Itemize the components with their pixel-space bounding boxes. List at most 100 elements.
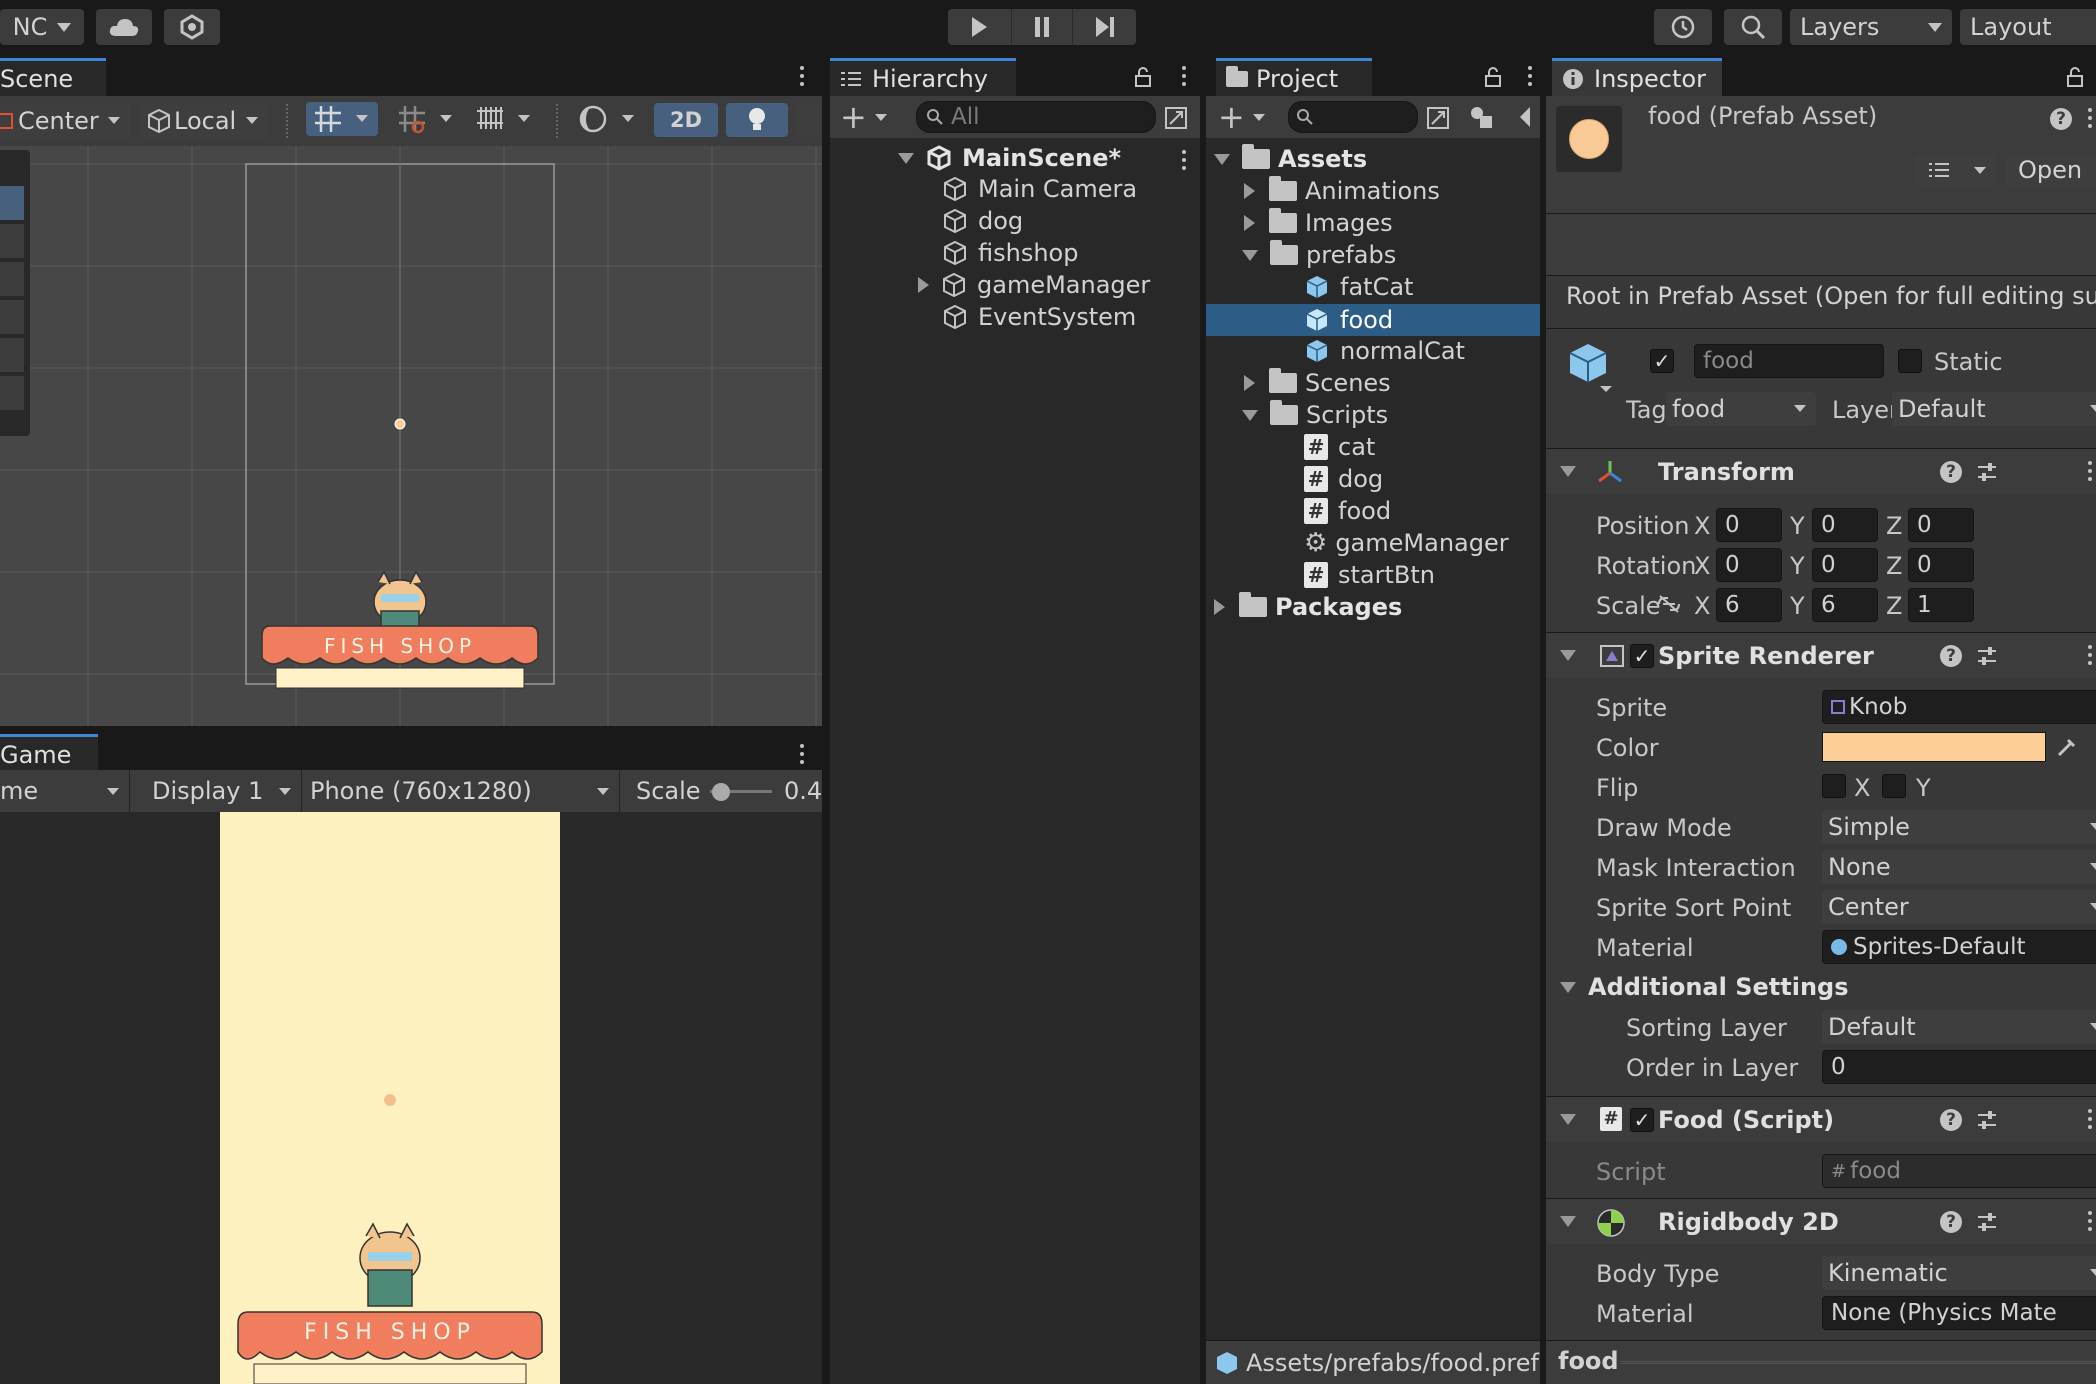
move-tool-button[interactable] <box>0 224 24 258</box>
position-row-y-input[interactable]: 0 <box>1812 508 1878 542</box>
grid-visibility-dropdown[interactable] <box>468 102 540 136</box>
hierarchy-item[interactable]: fishshop <box>942 238 1078 268</box>
food-script-enabled-checkbox[interactable]: ✓ <box>1630 1108 1654 1132</box>
physics-material-field[interactable]: None (Physics Mate <box>1822 1296 2096 1330</box>
food-script-header[interactable]: # ✓ Food (Script) ? <box>1546 1096 2096 1142</box>
shading-dropdown[interactable] <box>572 102 644 136</box>
presets-sliders-icon[interactable] <box>1976 645 1998 667</box>
layers-dropdown[interactable]: Layers <box>1790 9 1952 45</box>
script-asset[interactable]: # food <box>1304 496 1391 526</box>
scene-viewport[interactable]: FISH SHOP <box>0 146 830 726</box>
gameobject-name-input[interactable]: food <box>1694 344 1884 378</box>
eyedropper-icon[interactable] <box>2056 736 2078 758</box>
folder-scenes[interactable]: Scenes <box>1244 368 1391 398</box>
hierarchy-item[interactable]: gameManager <box>918 270 1150 300</box>
grid-snap-toggle[interactable] <box>306 102 378 136</box>
game-menu-icon[interactable] <box>800 744 804 748</box>
collapse-arrow-icon[interactable] <box>1560 650 1576 661</box>
scene-root[interactable]: MainScene* <box>898 142 1121 174</box>
sprite-field[interactable]: Knob <box>1822 690 2096 724</box>
prefab-normalcat[interactable]: normalCat <box>1304 336 1465 366</box>
search-by-label-icon[interactable] <box>1468 104 1494 130</box>
layer-dropdown[interactable]: Default <box>1892 392 2096 426</box>
favorites-arrow-icon[interactable] <box>1518 106 1532 128</box>
expand-arrow-icon[interactable] <box>1242 249 1258 261</box>
help-icon[interactable]: ? <box>1940 461 1962 483</box>
rotation-row-x-axis-label[interactable]: X <box>1694 552 1710 580</box>
scene-menu-icon[interactable] <box>800 66 804 70</box>
asset-labels-dropdown[interactable] <box>1914 154 1996 186</box>
2d-toggle[interactable]: 2D <box>654 103 718 137</box>
tag-dropdown[interactable]: food <box>1666 392 1816 426</box>
component-menu-icon[interactable] <box>2088 461 2092 465</box>
lock-icon[interactable] <box>1134 66 1152 88</box>
expand-arrow-icon[interactable] <box>898 152 914 164</box>
folder-packages[interactable]: Packages <box>1214 592 1402 622</box>
help-icon[interactable]: ? <box>2050 108 2072 130</box>
prefab-food[interactable]: food <box>1304 305 1393 335</box>
script-asset[interactable]: # dog <box>1304 464 1383 494</box>
collab-button[interactable] <box>164 9 220 45</box>
open-prefab-button[interactable]: Open <box>2006 154 2096 186</box>
expand-arrow-icon[interactable] <box>1244 375 1255 391</box>
color-swatch[interactable] <box>1822 732 2046 762</box>
script-asset[interactable]: # cat <box>1304 432 1375 462</box>
script-asset[interactable]: ⚙ gameManager <box>1304 528 1509 558</box>
collapse-arrow-icon[interactable] <box>1560 1114 1576 1125</box>
scale-row-z-input[interactable]: 1 <box>1908 588 1974 622</box>
presets-sliders-icon[interactable] <box>1976 1109 1998 1131</box>
resolution-dropdown[interactable]: Phone (760x1280) <box>304 770 620 812</box>
rotation-row-y-axis-label[interactable]: Y <box>1790 552 1805 580</box>
play-button[interactable] <box>948 9 1010 45</box>
expand-arrow-icon[interactable] <box>1244 215 1255 231</box>
scale-row-y-input[interactable]: 6 <box>1812 588 1878 622</box>
project-search-input[interactable] <box>1288 101 1418 133</box>
rigidbody2d-header[interactable]: Rigidbody 2D ? <box>1546 1198 2096 1244</box>
tab-scene[interactable]: Scene <box>0 58 106 96</box>
game-viewport[interactable]: FISH SHOP <box>0 812 830 1384</box>
scale-tool-button[interactable] <box>0 300 24 334</box>
search-by-type-icon[interactable] <box>1426 106 1450 130</box>
layout-dropdown[interactable]: Layout <box>1960 9 2096 45</box>
scale-row-x-input[interactable]: 6 <box>1716 588 1782 622</box>
tab-game[interactable]: Game <box>0 734 98 772</box>
expand-arrow-icon[interactable] <box>1244 183 1255 199</box>
rect-tool-button[interactable] <box>0 338 24 372</box>
sorting-layer-dropdown[interactable]: Default <box>1822 1010 2096 1044</box>
scale-row-x-axis-label[interactable]: X <box>1694 592 1710 620</box>
flip-y-checkbox[interactable] <box>1882 774 1906 798</box>
position-row-x-input[interactable]: 0 <box>1716 508 1782 542</box>
hierarchy-search-input[interactable]: All <box>916 101 1156 133</box>
game-view-dropdown[interactable]: me <box>0 770 130 812</box>
lock-icon[interactable] <box>2066 66 2084 88</box>
draw-mode-dropdown[interactable]: Simple <box>1822 810 2096 844</box>
account-dropdown[interactable]: NC <box>0 9 84 45</box>
project-menu-icon[interactable] <box>1528 66 1532 70</box>
rotation-row-z-axis-label[interactable]: Z <box>1886 552 1902 580</box>
additional-settings-foldout[interactable]: Additional Settings <box>1560 970 1849 1004</box>
space-dropdown[interactable]: Local <box>140 104 268 138</box>
position-row-z-axis-label[interactable]: Z <box>1886 512 1902 540</box>
component-menu-icon[interactable] <box>2088 645 2092 649</box>
transform-tool-button[interactable] <box>0 376 24 410</box>
static-checkbox[interactable] <box>1898 349 1922 373</box>
tab-inspector[interactable]: Inspector <box>1552 58 1722 96</box>
presets-sliders-icon[interactable] <box>1976 461 1998 483</box>
header-menu-icon[interactable] <box>2088 108 2092 112</box>
panel-divider[interactable] <box>822 56 830 1384</box>
folder-images[interactable]: Images <box>1244 208 1393 238</box>
help-icon[interactable]: ? <box>1940 1109 1962 1131</box>
undo-history-button[interactable] <box>1654 9 1712 45</box>
expand-arrow-icon[interactable] <box>1214 599 1225 615</box>
mask-interaction-dropdown[interactable]: None <box>1822 850 2096 884</box>
step-button[interactable] <box>1074 9 1136 45</box>
collapse-arrow-icon[interactable] <box>1560 466 1576 477</box>
component-menu-icon[interactable] <box>2088 1211 2092 1215</box>
sprite-sort-point-dropdown[interactable]: Center <box>1822 890 2096 924</box>
footer-splitter[interactable] <box>1620 1361 2096 1364</box>
lighting-toggle[interactable] <box>726 103 788 137</box>
lock-icon[interactable] <box>1484 66 1502 88</box>
hierarchy-item[interactable]: EventSystem <box>942 302 1136 332</box>
transform-header[interactable]: Transform ? <box>1546 448 2096 494</box>
hierarchy-item[interactable]: dog <box>942 206 1023 236</box>
